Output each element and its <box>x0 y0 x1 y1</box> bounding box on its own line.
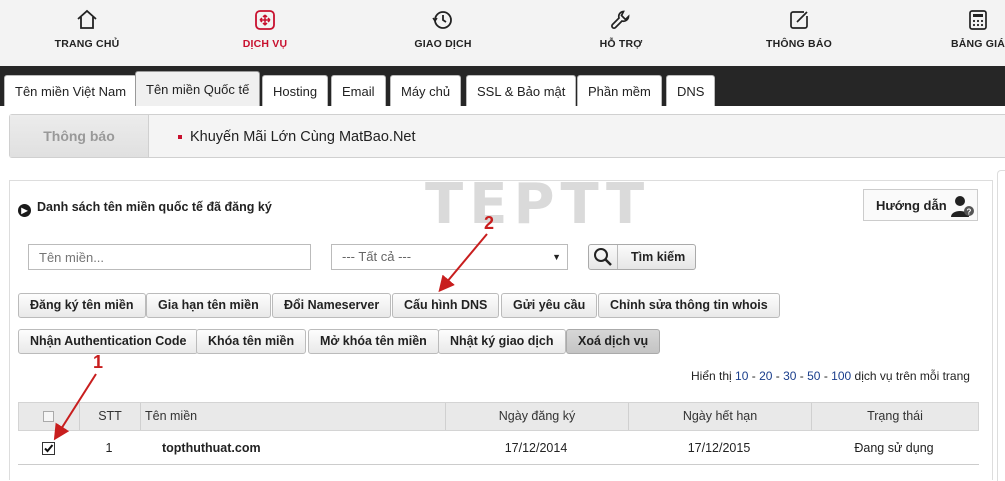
annotation-arrows <box>53 233 488 441</box>
annotation-number-1: 1 <box>93 352 104 372</box>
annotation-arrow-1 <box>53 373 97 441</box>
annotation-number-2: 2 <box>484 213 495 233</box>
annotation-arrow-2 <box>438 233 488 293</box>
